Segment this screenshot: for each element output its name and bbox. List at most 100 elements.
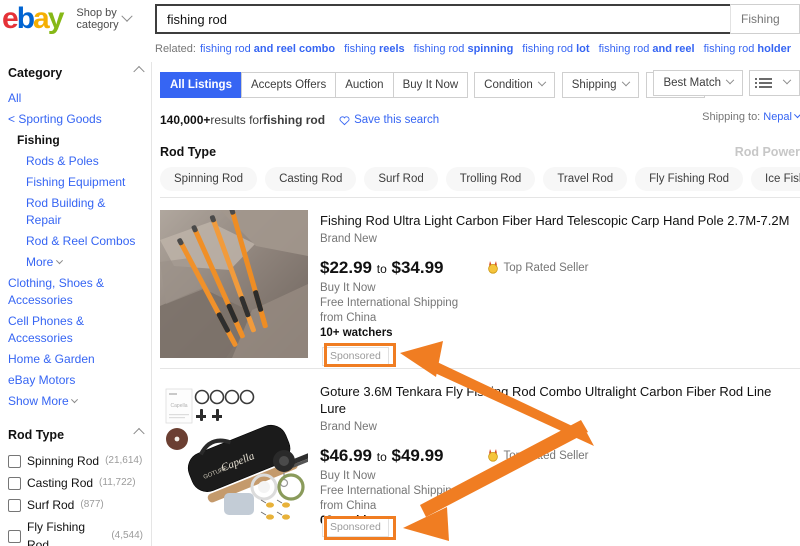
dropdown-condition[interactable]: Condition bbox=[474, 72, 555, 98]
heart-icon bbox=[339, 115, 350, 125]
shop-by-category-button[interactable]: Shop by category bbox=[76, 7, 133, 31]
view-mode-button[interactable] bbox=[749, 70, 800, 96]
category-section-header[interactable]: Category bbox=[8, 62, 145, 88]
sidebar-show-more[interactable]: Show More bbox=[8, 391, 143, 412]
filter-sidebar: Category All Sporting Goods Fishing Rods… bbox=[0, 62, 152, 546]
sidebar-item-sporting-goods[interactable]: Sporting Goods bbox=[8, 109, 143, 130]
sidebar-item-all[interactable]: All bbox=[8, 88, 143, 109]
listing-location: from China bbox=[320, 312, 377, 324]
price-from: $22.99 bbox=[320, 258, 372, 277]
related-link[interactable]: fishing rod lot bbox=[522, 43, 589, 55]
listing-info: Fishing Rod Ultra Light Carbon Fiber Har… bbox=[308, 210, 800, 358]
logo-letter-a: a bbox=[33, 2, 50, 35]
sidebar-item-clothing-shoes[interactable]: Clothing, Shoes & Accessories bbox=[8, 273, 143, 311]
chip-fly-fishing-rod[interactable]: Fly Fishing Rod bbox=[635, 167, 744, 191]
listing-item[interactable]: Capella Capella GOTURE Goture 3.6M Tenka… bbox=[160, 368, 800, 539]
chevron-down-icon bbox=[71, 396, 79, 404]
listing-meta: Buy It Now Free International Shipping f… bbox=[320, 281, 800, 341]
sidebar-item-rod-building-repair[interactable]: Rod Building & Repair bbox=[8, 193, 143, 231]
listing-title[interactable]: Fishing Rod Ultra Light Carbon Fiber Har… bbox=[320, 212, 800, 229]
shipping-to[interactable]: Shipping to: Nepal bbox=[702, 110, 800, 123]
facet-label: Casting Rod bbox=[27, 476, 94, 490]
listing-buy-format: Buy It Now bbox=[320, 470, 376, 482]
checkbox[interactable] bbox=[8, 498, 21, 512]
listing-condition: Brand New bbox=[320, 421, 377, 433]
sidebar-item-fishing[interactable]: Fishing bbox=[8, 130, 143, 151]
chip-ice-fishing-rod[interactable]: Ice Fishing Rod bbox=[751, 167, 800, 191]
list-view-icon bbox=[755, 78, 772, 88]
chip-travel-rod[interactable]: Travel Rod bbox=[543, 167, 628, 191]
shipping-to-label: Shipping to: bbox=[702, 111, 761, 123]
checkbox[interactable] bbox=[8, 529, 21, 543]
sidebar-item-cell-phones[interactable]: Cell Phones & Accessories bbox=[8, 311, 143, 349]
related-link[interactable]: fishing reels bbox=[344, 43, 405, 55]
chip-surf-rod[interactable]: Surf Rod bbox=[364, 167, 438, 191]
sponsored-badge: Sponsored bbox=[322, 347, 389, 366]
tab-accepts-offers[interactable]: Accepts Offers bbox=[240, 72, 337, 98]
chevron-down-icon bbox=[621, 77, 630, 87]
facet-spinning-rod[interactable]: Spinning Rod (21,614) bbox=[8, 450, 143, 472]
related-link[interactable]: fishing rod holder bbox=[704, 43, 791, 55]
save-search-label: Save this search bbox=[354, 114, 440, 126]
category-title: Category bbox=[8, 66, 63, 80]
listing-price-block: $22.99 to $34.99 Top Rated Seller bbox=[320, 258, 800, 278]
listing-buy-format: Buy It Now bbox=[320, 282, 376, 294]
checkbox[interactable] bbox=[8, 454, 21, 468]
listing-price-block: $46.99 to $49.99 Top Rated Seller bbox=[320, 446, 800, 466]
save-this-search-link[interactable]: Save this search bbox=[339, 114, 439, 126]
listing-thumbnail[interactable]: Capella Capella GOTURE bbox=[160, 381, 308, 529]
tab-auction[interactable]: Auction bbox=[335, 72, 394, 98]
listing-item[interactable]: Fishing Rod Ultra Light Carbon Fiber Har… bbox=[160, 197, 800, 368]
related-link[interactable]: fishing rod spinning bbox=[414, 43, 514, 55]
listing-location: from China bbox=[320, 500, 377, 512]
chevron-down-icon bbox=[793, 110, 800, 118]
facet-count: (11,722) bbox=[99, 477, 136, 488]
search-category-label: Fishing bbox=[741, 12, 780, 26]
price-separator: to bbox=[376, 450, 387, 464]
price-to: $34.99 bbox=[391, 258, 444, 277]
logo-letter-y: y bbox=[47, 2, 65, 35]
top-rated-seller-badge: Top Rated Seller bbox=[487, 261, 589, 274]
chip-trolling-rod[interactable]: Trolling Rod bbox=[445, 167, 536, 191]
sidebar-item-home-garden[interactable]: Home & Garden bbox=[8, 349, 143, 370]
related-link[interactable]: fishing rod and reel bbox=[599, 43, 695, 55]
facet-surf-rod[interactable]: Surf Rod (877) bbox=[8, 494, 143, 516]
chevron-up-icon bbox=[133, 427, 145, 440]
ebay-logo[interactable]: ebay bbox=[2, 2, 65, 35]
search-category-dropdown[interactable]: Fishing bbox=[730, 4, 800, 34]
facet-casting-rod[interactable]: Casting Rod (11,722) bbox=[8, 472, 143, 494]
dropdown-shipping[interactable]: Shipping bbox=[561, 72, 639, 98]
top-rated-label: Top Rated Seller bbox=[503, 449, 589, 462]
listing-title[interactable]: Goture 3.6M Tenkara Fly Fishing Rod Comb… bbox=[320, 383, 800, 417]
sidebar-item-fishing-equipment[interactable]: Fishing Equipment bbox=[8, 172, 143, 193]
shipping-to-value[interactable]: Nepal bbox=[763, 111, 792, 123]
search-input[interactable] bbox=[155, 4, 730, 34]
facet-count: (21,614) bbox=[105, 455, 143, 466]
sort-dropdown[interactable]: Best Match bbox=[653, 70, 743, 96]
rod-type-section-header[interactable]: Rod Type bbox=[8, 424, 145, 450]
tab-buy-it-now[interactable]: Buy It Now bbox=[392, 72, 469, 98]
product-image-fishing-rods bbox=[160, 210, 308, 358]
facet-fly-fishing-rod[interactable]: Fly Fishing Rod (4,544) bbox=[8, 516, 143, 546]
sidebar-item-rods-poles[interactable]: Rods & Poles bbox=[8, 151, 143, 172]
sidebar-item-rod-reel-combos[interactable]: Rod & Reel Combos bbox=[8, 231, 143, 252]
listing-meta: Buy It Now Free International Shipping f… bbox=[320, 469, 800, 529]
chevron-down-icon bbox=[725, 75, 735, 85]
sidebar-item-ebay-motors[interactable]: eBay Motors bbox=[8, 370, 143, 391]
listing-sold-count: 68+ sold bbox=[320, 514, 800, 529]
medal-icon bbox=[488, 261, 499, 274]
facet-count: (877) bbox=[80, 499, 104, 510]
listing-thumbnail[interactable] bbox=[160, 210, 308, 358]
dropdown-label: Condition bbox=[484, 79, 533, 91]
checkbox[interactable] bbox=[8, 476, 21, 490]
logo-letter-b: b bbox=[16, 2, 35, 35]
main-content: All Listings Accepts Offers Auction Buy … bbox=[160, 62, 800, 546]
sidebar-item-more[interactable]: More bbox=[8, 252, 143, 273]
ebay-search-results-page: ebay Shop by category Fishing Related: fi… bbox=[0, 0, 800, 546]
related-link[interactable]: fishing rod and reel combo bbox=[200, 43, 335, 55]
tab-all-listings[interactable]: All Listings bbox=[160, 72, 242, 98]
shop-by-line-2: category bbox=[76, 19, 119, 31]
chip-casting-rod[interactable]: Casting Rod bbox=[265, 167, 357, 191]
chip-spinning-rod[interactable]: Spinning Rod bbox=[160, 167, 258, 191]
related-searches: Related: fishing rod and reel combo fishin… bbox=[155, 43, 800, 55]
